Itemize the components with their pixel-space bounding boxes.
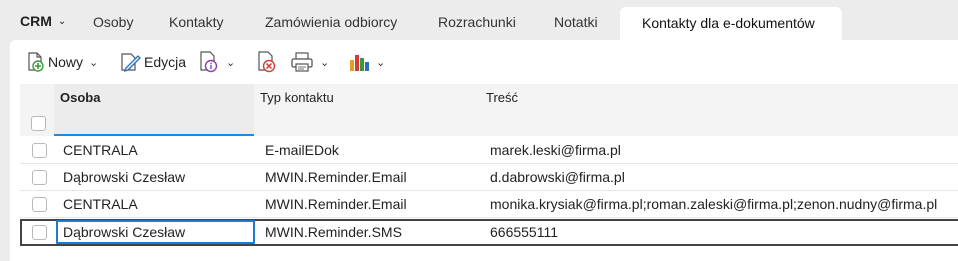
cell-tresc: marek.leski@firma.pl — [490, 142, 621, 158]
row-checkbox[interactable] — [32, 197, 47, 212]
column-header-osoba[interactable]: Osoba — [54, 84, 254, 136]
new-button[interactable]: Nowy ⌄ — [26, 50, 98, 74]
table-row[interactable]: Dąbrowski Czesław MWIN.Reminder.Email d.… — [20, 164, 958, 191]
chart-icon — [348, 51, 370, 73]
cell-typ-kontaktu: MWIN.Reminder.Email — [265, 169, 407, 185]
cell-osoba: CENTRALA — [63, 196, 138, 212]
cell-osoba: CENTRALA — [63, 142, 138, 158]
column-header-tresc[interactable]: Treść — [480, 84, 958, 136]
delete-button[interactable] — [256, 50, 278, 74]
cell-tresc: monika.krysiak@firma.pl;roman.zaleski@fi… — [490, 196, 938, 212]
column-header-typ-kontaktu-label: Typ kontaktu — [260, 90, 334, 105]
grid-header: Osoba Typ kontaktu Treść — [20, 84, 958, 136]
document-info-button[interactable]: ⌄ — [198, 50, 235, 74]
table-row-selected[interactable]: Dąbrowski Czesław MWIN.Reminder.SMS 6665… — [20, 219, 958, 246]
print-icon — [290, 51, 314, 73]
column-header-osoba-label: Osoba — [60, 90, 101, 105]
edit-button-label: Edycja — [144, 54, 187, 70]
new-button-label: Nowy — [48, 54, 84, 70]
cell-typ-kontaktu: MWIN.Reminder.SMS — [265, 224, 402, 240]
edit-button[interactable]: Edycja — [120, 50, 186, 74]
edit-document-icon — [120, 52, 142, 72]
cell-osoba: Dąbrowski Czesław — [63, 169, 186, 185]
row-checkbox[interactable] — [32, 170, 47, 185]
delete-document-icon — [256, 51, 278, 73]
chevron-down-icon[interactable]: ⌄ — [89, 56, 98, 69]
tab-zamowienia-odbiorcy[interactable]: Zamówienia odbiorcy — [265, 14, 397, 30]
top-tab-bar: CRM ⌄ Osoby Kontakty Zamówienia odbiorcy… — [0, 0, 958, 42]
crm-menu-button[interactable]: CRM ⌄ — [20, 13, 66, 29]
table-row[interactable]: CENTRALA E-mailEDok marek.leski@firma.pl — [20, 137, 958, 164]
table-row[interactable]: CENTRALA MWIN.Reminder.Email monika.krys… — [20, 191, 958, 218]
select-all-checkbox[interactable] — [31, 116, 46, 131]
cell-tresc: 666555111 — [490, 224, 558, 240]
column-header-typ-kontaktu[interactable]: Typ kontaktu — [254, 84, 480, 136]
cell-typ-kontaktu: MWIN.Reminder.Email — [265, 196, 407, 212]
chevron-down-icon[interactable]: ⌄ — [320, 56, 329, 69]
tab-kontakty-e-dokumentow-label: Kontakty dla e-dokumentów — [642, 15, 815, 31]
tab-kontakty-e-dokumentow[interactable]: Kontakty dla e-dokumentów — [620, 7, 842, 42]
add-document-icon — [26, 52, 46, 72]
document-info-icon — [198, 51, 220, 73]
print-button[interactable]: ⌄ — [290, 50, 329, 74]
chevron-down-icon[interactable]: ⌄ — [376, 56, 385, 69]
cell-typ-kontaktu: E-mailEDok — [265, 142, 339, 158]
tab-osoby[interactable]: Osoby — [93, 14, 133, 30]
chevron-down-icon[interactable]: ⌄ — [226, 56, 235, 69]
tab-rozrachunki[interactable]: Rozrachunki — [438, 14, 516, 30]
chevron-down-icon: ⌄ — [57, 15, 67, 27]
tab-notatki[interactable]: Notatki — [554, 14, 598, 30]
cell-osoba[interactable]: Dąbrowski Czesław — [63, 219, 253, 246]
crm-menu-label: CRM — [20, 13, 52, 29]
column-header-tresc-label: Treść — [486, 90, 519, 105]
chart-button[interactable]: ⌄ — [348, 50, 385, 74]
row-checkbox[interactable] — [32, 225, 47, 240]
row-checkbox[interactable] — [32, 143, 47, 158]
cell-tresc: d.dabrowski@firma.pl — [490, 169, 625, 185]
sort-indicator — [54, 134, 254, 136]
tab-kontakty[interactable]: Kontakty — [169, 14, 223, 30]
